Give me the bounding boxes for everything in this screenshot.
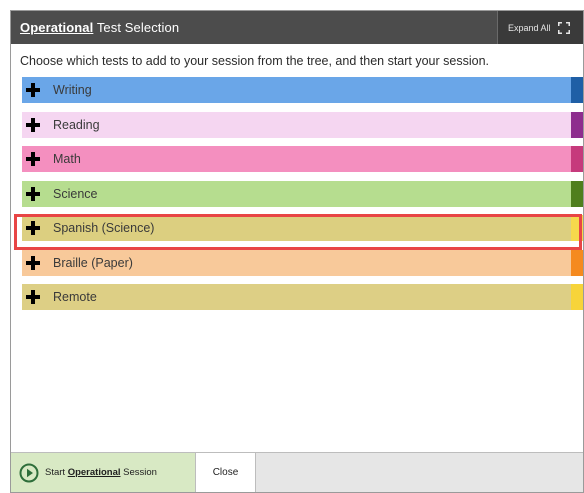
expand-all-label: Expand All xyxy=(508,22,551,33)
test-selection-dialog: Operational Test Selection Expand All Ch… xyxy=(10,10,584,493)
instructions-text: Choose which tests to add to your sessio… xyxy=(20,54,489,68)
expand-plus-icon[interactable] xyxy=(22,146,44,172)
test-label: Spanish (Science) xyxy=(53,221,155,235)
dialog-title-bar: Operational Test Selection Expand All xyxy=(11,11,583,44)
start-suffix: Session xyxy=(123,467,157,478)
expand-plus-icon[interactable] xyxy=(22,250,44,276)
close-button[interactable]: Close xyxy=(196,453,256,492)
expand-plus-icon[interactable] xyxy=(22,77,44,103)
test-row-writing[interactable]: Writing xyxy=(22,77,583,103)
test-label: Remote xyxy=(53,290,97,304)
test-row-math[interactable]: Math xyxy=(22,146,583,172)
start-operational-session-button[interactable]: Start Operational Session xyxy=(11,453,196,492)
test-row-reading[interactable]: Reading xyxy=(22,111,583,138)
test-color-swatch xyxy=(571,111,583,138)
start-prefix: Start xyxy=(45,467,66,478)
expand-plus-icon[interactable] xyxy=(22,112,44,138)
test-label: Braille (Paper) xyxy=(53,255,133,270)
test-color-swatch xyxy=(571,180,583,207)
play-circle-icon xyxy=(19,463,39,483)
test-row-science[interactable]: Science xyxy=(22,180,583,207)
title-rest: Test Selection xyxy=(96,20,180,35)
test-color-swatch xyxy=(571,215,583,241)
test-label: Writing xyxy=(53,83,92,97)
test-label: Math xyxy=(53,152,81,166)
start-session-label: Start Operational Session xyxy=(45,467,157,478)
test-color-swatch xyxy=(571,77,583,103)
test-row-spanish-science[interactable]: Spanish (Science) xyxy=(22,215,583,241)
test-tree: Writing Reading Math Science Spanish (Sc… xyxy=(22,77,583,319)
expand-all-button[interactable]: Expand All xyxy=(497,11,583,44)
expand-arrows-icon xyxy=(557,21,571,35)
expand-plus-icon[interactable] xyxy=(22,215,44,241)
dialog-footer: Start Operational Session Close xyxy=(11,452,583,492)
test-color-swatch xyxy=(571,284,583,310)
expand-plus-icon[interactable] xyxy=(22,284,44,310)
test-row-remote[interactable]: Remote xyxy=(22,284,583,310)
start-operational: Operational xyxy=(67,467,121,478)
test-color-swatch xyxy=(571,146,583,172)
test-color-swatch xyxy=(571,249,583,276)
test-label: Science xyxy=(53,186,98,201)
dialog-title: Operational Test Selection xyxy=(11,20,179,35)
expand-plus-icon[interactable] xyxy=(22,181,44,207)
test-label: Reading xyxy=(53,117,100,132)
test-row-braille-paper[interactable]: Braille (Paper) xyxy=(22,249,583,276)
title-operational: Operational xyxy=(20,20,94,35)
